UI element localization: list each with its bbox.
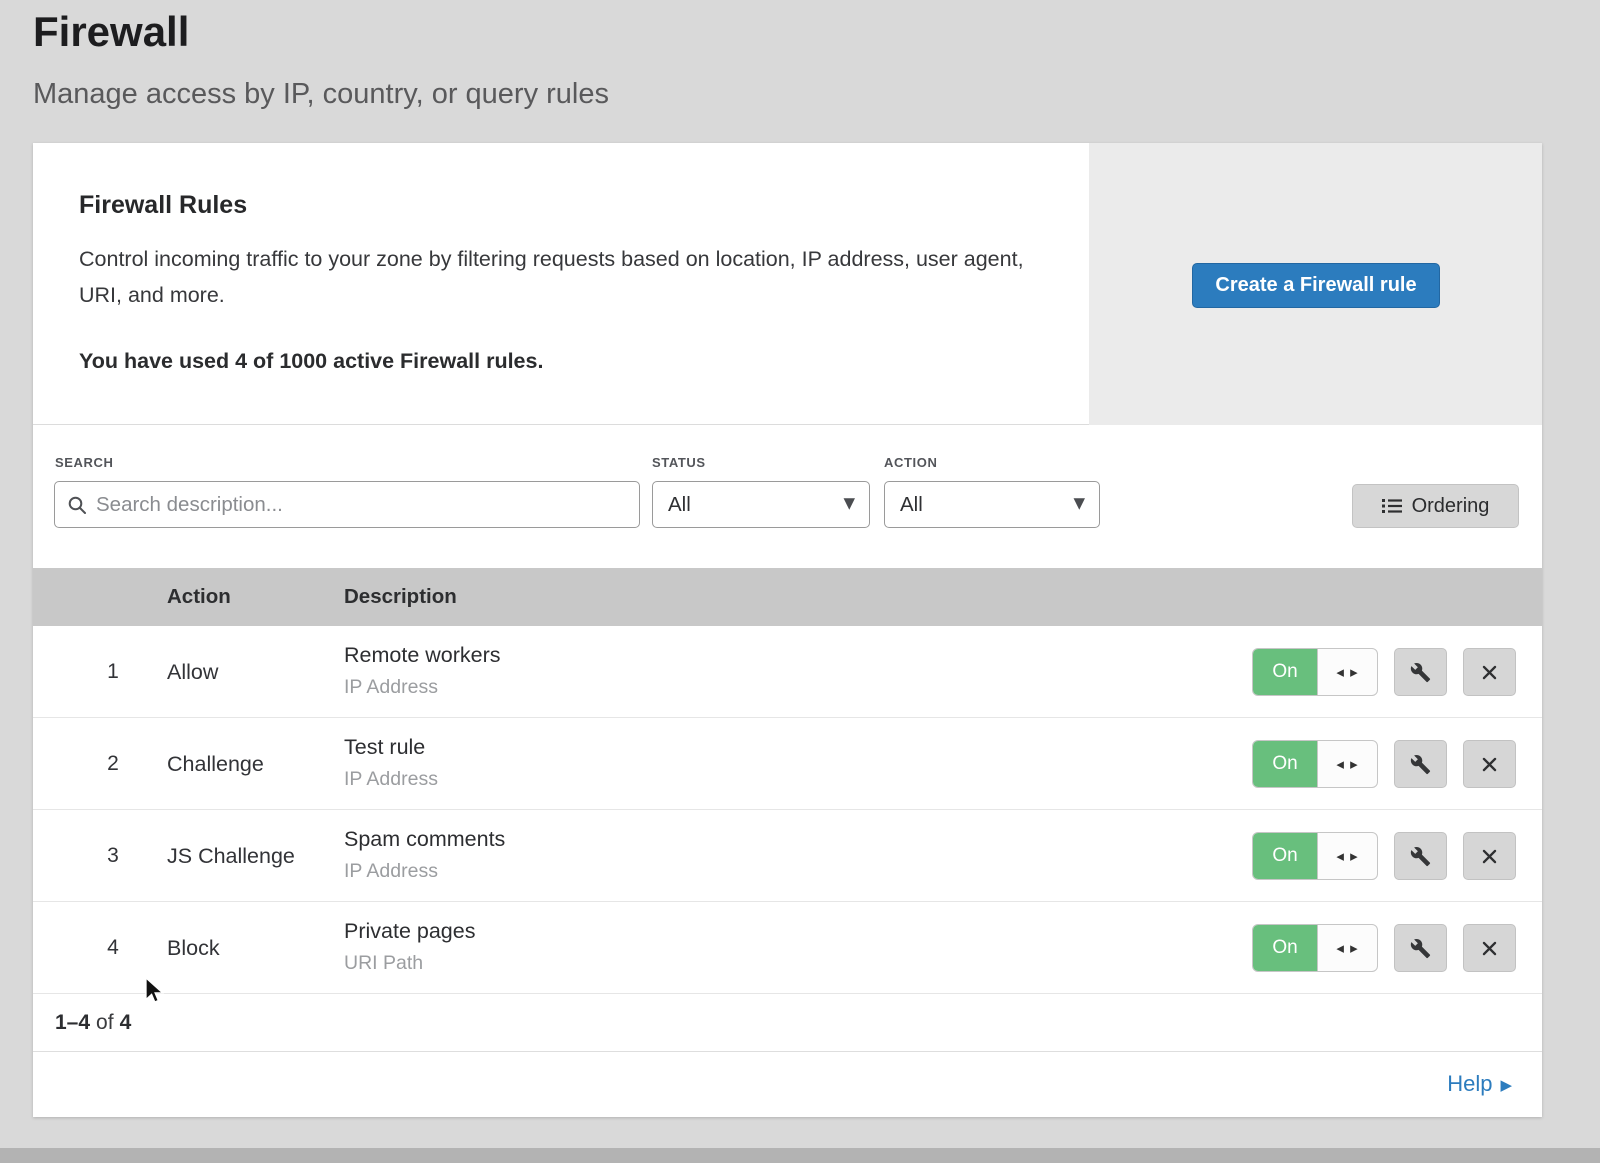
card-footer: Help ▶ (33, 1052, 1542, 1116)
toggle-on-label: On (1253, 925, 1317, 971)
action-selected-value: All (900, 493, 923, 517)
rule-priority: 3 (93, 810, 133, 902)
status-selected-value: All (668, 493, 691, 517)
edit-rule-button[interactable] (1394, 832, 1447, 880)
wrench-icon (1410, 846, 1431, 867)
help-link-label: Help (1447, 1071, 1492, 1097)
rule-priority: 2 (93, 718, 133, 810)
rule-action: Block (167, 902, 220, 994)
table-header: Action Description (33, 568, 1542, 626)
rule-match-field: IP Address (344, 860, 438, 883)
toggle-on-label: On (1253, 833, 1317, 879)
action-select[interactable]: All ▾ (884, 481, 1100, 528)
table-row: 3 JS Challenge Spam comments IP Address … (33, 810, 1542, 902)
pagination-range: 1–4 (55, 1011, 90, 1035)
toggle-arrows-icon: ◂ ▸ (1317, 741, 1377, 787)
close-icon (1480, 847, 1499, 866)
wrench-icon (1410, 938, 1431, 959)
table-row: 2 Challenge Test rule IP Address On ◂ ▸ (33, 718, 1542, 810)
card-description: Control incoming traffic to your zone by… (79, 241, 1029, 313)
rule-enabled-toggle[interactable]: On ◂ ▸ (1252, 740, 1378, 788)
firewall-rules-intro: Create a Firewall rule Firewall Rules Co… (33, 143, 1542, 425)
action-label: ACTION (884, 455, 937, 470)
delete-rule-button[interactable] (1463, 740, 1516, 788)
rules-table: Action Description 1 Allow Remote worker… (33, 568, 1542, 1116)
rule-match-field: IP Address (344, 768, 438, 791)
pagination: 1–4 of 4 (33, 994, 1542, 1052)
wrench-icon (1410, 754, 1431, 775)
ordering-button-label: Ordering (1412, 495, 1490, 518)
close-icon (1480, 939, 1499, 958)
help-link[interactable]: Help ▶ (1447, 1071, 1512, 1097)
rule-priority: 1 (93, 626, 133, 718)
delete-rule-button[interactable] (1463, 832, 1516, 880)
wrench-icon (1410, 662, 1431, 683)
rule-priority: 4 (93, 902, 133, 994)
page-title: Firewall (33, 8, 189, 56)
help-arrow-icon: ▶ (1500, 1076, 1512, 1094)
close-icon (1480, 663, 1499, 682)
window-bottom-edge (0, 1148, 1600, 1163)
pagination-total: 4 (120, 1011, 132, 1035)
search-input[interactable] (96, 493, 639, 517)
edit-rule-button[interactable] (1394, 924, 1447, 972)
toggle-on-label: On (1253, 649, 1317, 695)
rule-match-field: IP Address (344, 676, 438, 699)
edit-rule-button[interactable] (1394, 648, 1447, 696)
toggle-arrows-icon: ◂ ▸ (1317, 649, 1377, 695)
ordering-list-icon (1382, 498, 1402, 514)
table-row: 1 Allow Remote workers IP Address On ◂ ▸ (33, 626, 1542, 718)
rule-enabled-toggle[interactable]: On ◂ ▸ (1252, 648, 1378, 696)
rule-action: JS Challenge (167, 810, 295, 902)
status-label: STATUS (652, 455, 706, 470)
edit-rule-button[interactable] (1394, 740, 1447, 788)
close-icon (1480, 755, 1499, 774)
firewall-card: Create a Firewall rule Firewall Rules Co… (33, 143, 1542, 1117)
column-header-description: Description (344, 568, 457, 626)
rule-enabled-toggle[interactable]: On ◂ ▸ (1252, 924, 1378, 972)
rule-description: Test rule (344, 735, 425, 760)
rule-description: Remote workers (344, 643, 501, 668)
toggle-arrows-icon: ◂ ▸ (1317, 925, 1377, 971)
rule-action: Challenge (167, 718, 264, 810)
chevron-down-icon: ▾ (843, 491, 855, 514)
create-rule-panel: Create a Firewall rule (1089, 143, 1542, 425)
rules-usage-text: You have used 4 of 1000 active Firewall … (79, 349, 543, 374)
card-heading: Firewall Rules (79, 191, 247, 220)
table-row: 4 Block Private pages URI Path On ◂ ▸ (33, 902, 1542, 994)
ordering-button[interactable]: Ordering (1352, 484, 1519, 528)
search-label: SEARCH (55, 455, 114, 470)
toggle-on-label: On (1253, 741, 1317, 787)
toggle-arrows-icon: ◂ ▸ (1317, 833, 1377, 879)
delete-rule-button[interactable] (1463, 648, 1516, 696)
rule-description: Private pages (344, 919, 475, 944)
search-box (54, 481, 640, 528)
page-subtitle: Manage access by IP, country, or query r… (33, 78, 609, 111)
rule-action: Allow (167, 626, 218, 718)
rule-match-field: URI Path (344, 952, 423, 975)
rule-enabled-toggle[interactable]: On ◂ ▸ (1252, 832, 1378, 880)
column-header-action: Action (167, 568, 231, 626)
status-select[interactable]: All ▾ (652, 481, 870, 528)
rule-description: Spam comments (344, 827, 505, 852)
search-icon (67, 495, 87, 515)
delete-rule-button[interactable] (1463, 924, 1516, 972)
chevron-down-icon: ▾ (1073, 491, 1085, 514)
pagination-of: of (96, 1011, 114, 1035)
create-firewall-rule-button[interactable]: Create a Firewall rule (1192, 263, 1440, 308)
